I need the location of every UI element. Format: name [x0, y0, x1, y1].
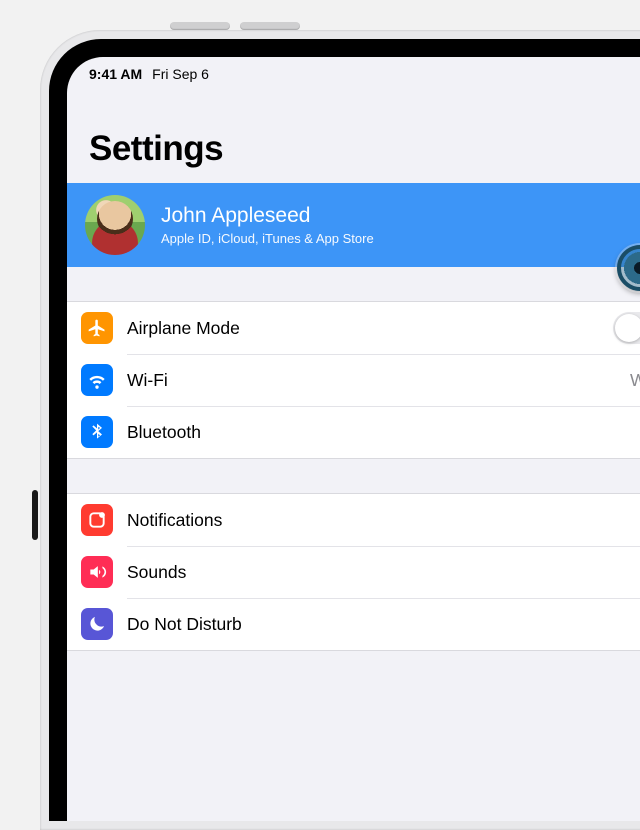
status-time: 9:41 AM — [89, 66, 142, 82]
page-title: Settings — [67, 91, 640, 183]
dnd-row[interactable]: Do Not Disturb — [67, 598, 640, 650]
alerts-group: Notifications Sounds Do Not Disturb — [67, 493, 640, 651]
airplane-icon — [81, 312, 113, 344]
settings-screen: 9:41 AM Fri Sep 6 Settings John Applesee… — [67, 57, 640, 821]
airplane-label: Airplane Mode — [127, 318, 599, 339]
airplane-toggle[interactable] — [613, 312, 640, 344]
avatar — [85, 195, 145, 255]
device-frame: 9:41 AM Fri Sep 6 Settings John Applesee… — [40, 30, 640, 830]
status-bar: 9:41 AM Fri Sep 6 — [67, 57, 640, 91]
wifi-row[interactable]: Wi-Fi WiFi — [67, 354, 640, 406]
wifi-icon — [81, 364, 113, 396]
sounds-label: Sounds — [127, 562, 640, 583]
connectivity-group: Airplane Mode Wi-Fi WiFi Bluetooth On — [67, 301, 640, 459]
wifi-value: WiFi — [630, 370, 640, 391]
dnd-label: Do Not Disturb — [127, 614, 640, 635]
wifi-label: Wi-Fi — [127, 370, 616, 391]
notifications-row[interactable]: Notifications — [67, 494, 640, 546]
notifications-label: Notifications — [127, 510, 640, 531]
account-name: John Appleseed — [161, 204, 374, 228]
notifications-icon — [81, 504, 113, 536]
bluetooth-row[interactable]: Bluetooth On — [67, 406, 640, 458]
bluetooth-icon — [81, 416, 113, 448]
airplane-mode-row[interactable]: Airplane Mode — [67, 302, 640, 354]
sounds-row[interactable]: Sounds — [67, 546, 640, 598]
account-subtitle: Apple ID, iCloud, iTunes & App Store — [161, 231, 374, 246]
moon-icon — [81, 608, 113, 640]
bluetooth-label: Bluetooth — [127, 422, 628, 443]
apple-id-row[interactable]: John Appleseed Apple ID, iCloud, iTunes … — [67, 183, 640, 267]
sounds-icon — [81, 556, 113, 588]
status-date: Fri Sep 6 — [152, 66, 209, 82]
